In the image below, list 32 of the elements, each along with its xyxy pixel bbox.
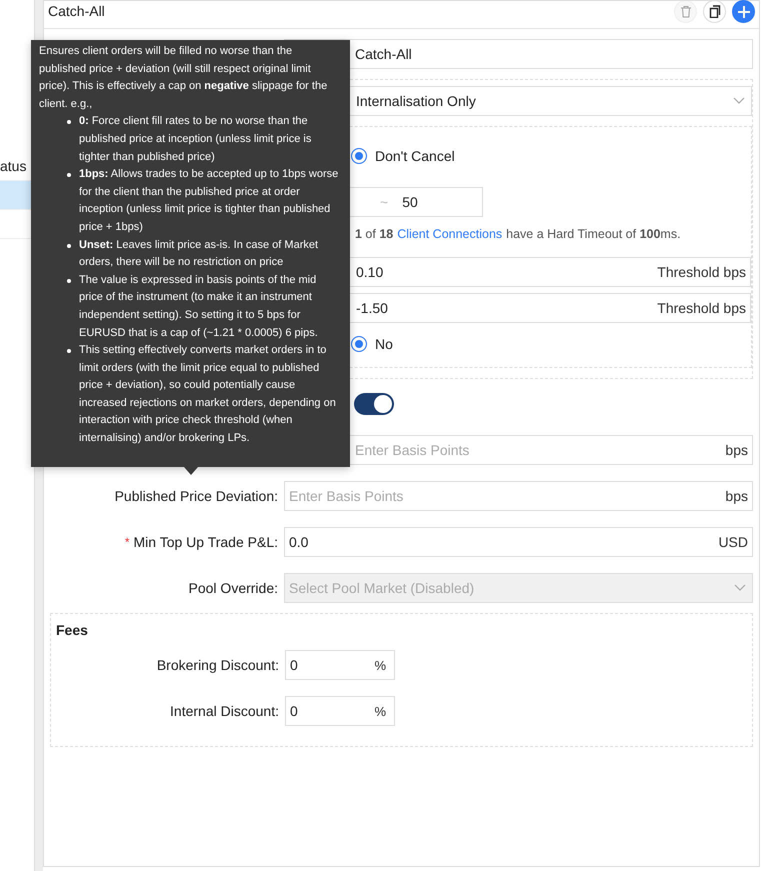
text-input[interactable]: 0.0 USD [284,527,753,557]
trash-icon [680,5,692,18]
field-label: Internal Discount: [170,703,279,719]
tooltip-text: 0: Force client fill rates to be no worse than the published price at inception (unless limit price is tighter than published price) [79,114,312,165]
text-input[interactable]: Enter Basis Points bps [284,481,753,511]
field-label: Published Price Deviation: [114,488,278,504]
percent-input[interactable]: 0 % [285,650,395,680]
plus-icon [738,6,750,18]
copy-icon [708,5,720,18]
chevron-down-icon [733,97,745,105]
note-text: have a Hard Timeout of 100ms. [506,227,681,241]
table-row[interactable] [0,181,34,210]
percent-input[interactable]: 0 % [285,696,395,726]
radio-option[interactable]: Don't Cancel [351,148,455,164]
bullet-icon [67,244,71,248]
radio-option[interactable]: No [351,336,393,352]
chevron-down-icon [734,584,746,592]
add-button[interactable] [732,0,755,23]
copy-button[interactable] [703,0,726,23]
bullet-icon [67,173,71,178]
panel-title: Catch-All [48,3,105,19]
section-title: Fees [55,622,89,638]
field-label: Brokering Discount: [156,657,279,673]
note-text: 1 of 18 [355,227,394,241]
bullet-icon [67,120,71,124]
client-connections-link[interactable]: Client Connections [397,227,502,241]
field-label: Pool Override: [188,580,278,596]
field-label: Min Top Up Trade P&L: [134,534,278,550]
bullet-icon [67,278,71,283]
required-mark: * [124,535,130,549]
bullet-icon [67,349,71,354]
toggle-switch[interactable] [354,393,394,415]
